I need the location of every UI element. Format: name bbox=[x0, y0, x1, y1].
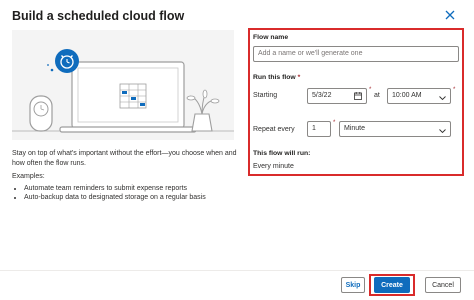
description: Stay on top of what's important without … bbox=[12, 149, 244, 203]
desk-clock-icon bbox=[29, 95, 53, 132]
calendar-icon[interactable] bbox=[354, 92, 362, 106]
start-time-value: 10:00 AM bbox=[392, 92, 422, 99]
close-icon[interactable] bbox=[440, 5, 460, 25]
flow-name-label: Flow name bbox=[253, 34, 289, 41]
plant-icon bbox=[186, 89, 220, 132]
create-button[interactable]: Create bbox=[374, 277, 410, 293]
laptop-icon bbox=[59, 61, 197, 133]
will-run-value: Every minute bbox=[253, 163, 294, 170]
required-mark: * bbox=[369, 87, 372, 93]
run-flow-label-text: Run this flow bbox=[253, 74, 296, 81]
repeat-interval-input[interactable]: 1 bbox=[307, 121, 331, 137]
will-run-label: This flow will run: bbox=[253, 150, 311, 157]
cancel-button[interactable]: Cancel bbox=[425, 277, 461, 293]
start-date-value: 5/3/22 bbox=[312, 92, 332, 99]
chevron-down-icon bbox=[439, 126, 446, 140]
start-date-input[interactable]: 5/3/22 bbox=[307, 88, 367, 104]
chevron-down-icon bbox=[439, 93, 446, 107]
starting-label: Starting bbox=[253, 92, 278, 99]
start-time-select[interactable]: 10:00 AM bbox=[387, 88, 451, 104]
repeat-label: Repeat every bbox=[253, 126, 295, 133]
illustration bbox=[12, 30, 234, 140]
repeat-interval-value: 1 bbox=[312, 125, 316, 132]
list-item: Automate team reminders to submit expens… bbox=[24, 184, 244, 194]
required-mark: * bbox=[333, 120, 336, 126]
list-item: Auto-backup data to designated storage o… bbox=[24, 193, 244, 203]
examples-list: Automate team reminders to submit expens… bbox=[12, 184, 244, 203]
run-flow-label: Run this flow * bbox=[253, 74, 300, 81]
flow-settings-panel: Flow name Add a name or we'll generate o… bbox=[248, 28, 464, 176]
repeat-unit-value: Minute bbox=[344, 125, 366, 132]
footer-divider bbox=[0, 270, 474, 271]
alarm-clock-icon bbox=[47, 49, 79, 73]
dialog-title: Build a scheduled cloud flow bbox=[12, 9, 185, 23]
examples-label: Examples: bbox=[12, 173, 45, 181]
skip-button[interactable]: Skip bbox=[341, 277, 365, 293]
at-label: at bbox=[374, 92, 380, 99]
repeat-unit-select[interactable]: Minute bbox=[339, 121, 451, 137]
flow-name-input[interactable]: Add a name or we'll generate one bbox=[253, 46, 459, 62]
required-mark: * bbox=[453, 87, 456, 93]
flow-name-placeholder: Add a name or we'll generate one bbox=[258, 50, 363, 57]
description-intro: Stay on top of what's important without … bbox=[12, 150, 237, 167]
required-mark: * bbox=[297, 74, 301, 81]
